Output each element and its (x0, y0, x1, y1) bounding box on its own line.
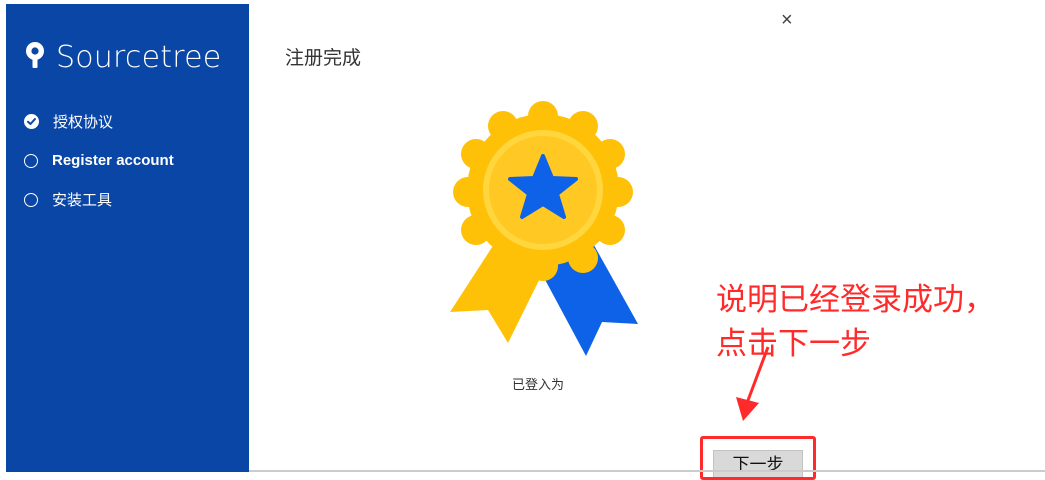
step-label: Register account (52, 152, 174, 169)
empty-circle-icon (24, 153, 38, 168)
brand: Sourcetree (24, 40, 221, 75)
step-license-agreement: 授权协议 (24, 102, 174, 141)
setup-steps: 授权协议 Register account 安装工具 (24, 102, 174, 219)
logged-in-label: 已登入为 (512, 377, 565, 392)
close-button[interactable]: × (781, 8, 793, 32)
step-install-tools: 安装工具 (24, 180, 174, 219)
annotation-line: 说明已经登录成功， (716, 282, 995, 317)
award-badge-icon (450, 98, 640, 363)
app-name: Sourcetree (56, 40, 222, 75)
step-label: 安装工具 (52, 192, 113, 209)
next-button-highlight (700, 436, 816, 480)
page-title: 注册完成 (285, 48, 362, 69)
sourcetree-logo-icon (24, 41, 46, 74)
step-register-account: Register account (24, 141, 174, 180)
empty-circle-icon (24, 192, 38, 207)
footer-divider (249, 470, 1045, 472)
sidebar: Sourcetree 授权协议 Register account 安装工具 (6, 4, 249, 472)
check-circle-icon (24, 114, 39, 129)
annotation-arrow-icon (730, 345, 780, 430)
step-label: 授权协议 (53, 114, 114, 131)
